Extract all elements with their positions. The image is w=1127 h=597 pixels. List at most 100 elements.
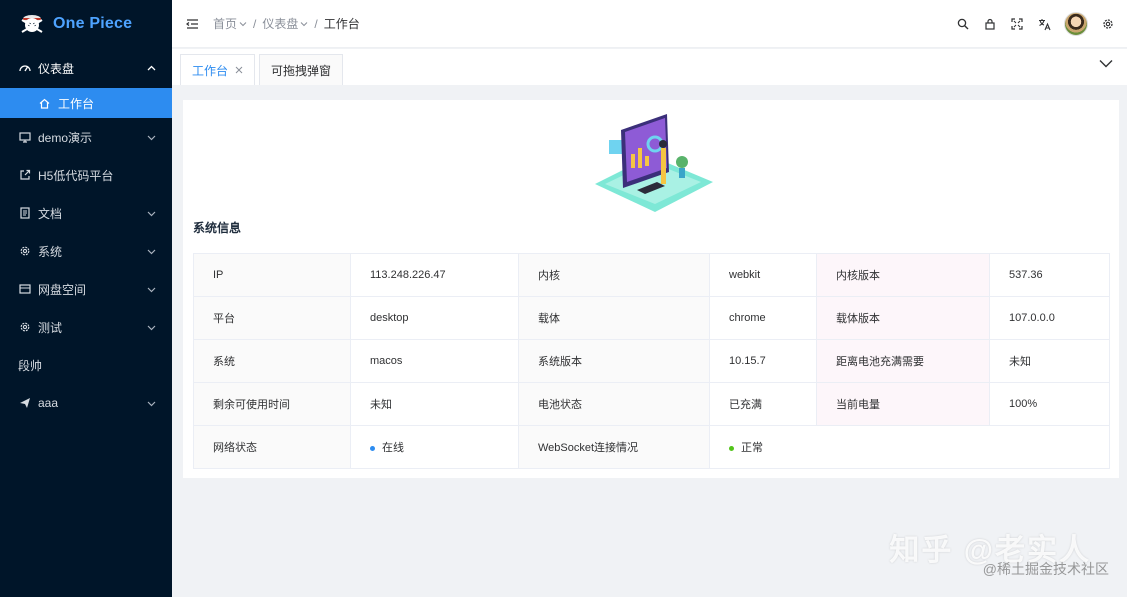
chevron-down-icon [146,322,156,332]
breadcrumb-item-home[interactable]: 首页 [213,15,247,32]
network-status-text: 在线 [382,442,404,454]
table-cell-label: 系统版本 [518,339,710,383]
websocket-status-text: 正常 [741,442,763,454]
chevron-down-icon [300,20,308,28]
sidebar-item-demo[interactable]: demo演示 [0,118,172,156]
table-cell-label: 系统 [193,339,351,383]
table-cell-value: webkit [709,253,817,297]
table-cell-label: 网络状态 [193,425,351,469]
breadcrumb-label: 仪表盘 [262,17,299,31]
sidebar-item-label: demo演示 [38,130,93,145]
sidebar-item-test[interactable]: 测试 [0,308,172,346]
table-cell-value: 107.0.0.0 [989,296,1110,340]
sidebar-item-cloud-disk[interactable]: 网盘空间 [0,270,172,308]
chevron-down-icon [239,20,247,28]
sidebar-item-label: 仪表盘 [38,61,75,76]
sidebar-item-label: 文档 [38,206,63,221]
cloud-disk-icon [18,283,31,296]
translate-icon[interactable] [1037,17,1051,31]
table-cell-label: 载体 [518,296,710,340]
table-cell-value: 未知 [989,339,1110,383]
watermark-sub: @稀土掘金技术社区 [982,561,1109,577]
sidebar: One Piece 仪表盘 工作台 demo演示 H5低代码平台 文档 系统 网… [0,0,172,597]
chevron-down-icon[interactable] [1099,59,1113,69]
table-row: 系统 macos 系统版本 10.15.7 距离电池充满需要 未知 [193,339,1110,383]
section-title: 系统信息 [193,221,242,235]
sidebar-item-label: 工作台 [58,96,95,111]
monitor-icon [18,131,31,144]
sidebar-item-label: 系统 [38,244,63,259]
close-icon[interactable] [235,66,243,74]
table-cell-label: 当前电量 [816,382,990,426]
table-cell-label: 内核版本 [816,253,990,297]
sidebar-item-label: aaa [38,396,59,410]
table-cell-value: 正常 [709,425,1110,469]
breadcrumb-separator: / [253,16,257,31]
status-dot [370,445,375,451]
breadcrumb-item-current: 工作台 [323,17,360,31]
sidebar-item-label: 段帅 [18,358,43,373]
system-info-table: IP 113.248.226.47 内核 webkit 内核版本 537.36 … [193,253,1110,469]
sidebar-item-workbench[interactable]: 工作台 [0,88,172,118]
table-row: 剩余可使用时间 未知 电池状态 已充满 当前电量 100% [193,382,1110,426]
sidebar-menu: 仪表盘 工作台 demo演示 H5低代码平台 文档 系统 网盘空间 测试 段帅 … [0,48,172,422]
sidebar-item-duanshuai[interactable]: 段帅 [0,346,172,384]
logo[interactable]: One Piece [0,0,172,48]
table-row: 网络状态 在线 WebSocket连接情况 正常 [193,425,1110,469]
table-cell-value: 在线 [350,425,519,469]
table-cell-value: 已充满 [709,382,817,426]
top-header: 首页 / 仪表盘 / 工作台 [172,0,1127,48]
breadcrumb-item-dashboard[interactable]: 仪表盘 [262,15,308,32]
table-cell-value: macos [350,339,519,383]
table-cell-value: 10.15.7 [709,339,817,383]
chevron-down-icon [146,208,156,218]
breadcrumb-separator: / [314,16,318,31]
lock-icon[interactable] [983,17,997,31]
table-cell-value: 537.36 [989,253,1110,297]
sidebar-item-aaa[interactable]: aaa [0,384,172,422]
sidebar-item-h5-lowcode[interactable]: H5低代码平台 [0,156,172,194]
sidebar-item-label: H5低代码平台 [38,168,114,183]
fullscreen-icon[interactable] [1010,17,1024,31]
tab-workbench[interactable]: 工作台 [180,54,256,85]
workbench-card: 系统信息 IP 113.248.226.47 内核 webkit 内核版本 53… [183,100,1119,478]
tab-draggable-dialog[interactable]: 可拖拽弹窗 [259,54,344,85]
table-cell-value: desktop [350,296,519,340]
table-cell-label: IP [193,253,351,297]
menu-fold-icon[interactable] [186,17,200,31]
sidebar-item-system[interactable]: 系统 [0,232,172,270]
table-cell-value: 100% [989,382,1110,426]
search-icon[interactable] [956,17,970,31]
tabs-bar: 工作台 可拖拽弹窗 [172,49,1127,85]
user-avatar[interactable] [1064,12,1088,36]
chevron-down-icon [146,284,156,294]
table-cell-label: 内核 [518,253,710,297]
table-cell-label: 距离电池充满需要 [816,339,990,383]
table-cell-label: 剩余可使用时间 [193,382,351,426]
chevron-up-icon [146,63,156,73]
table-row: 平台 desktop 载体 chrome 载体版本 107.0.0.0 [193,296,1110,340]
sidebar-item-label: 测试 [38,320,63,335]
tab-label: 工作台 [192,63,229,78]
table-cell-value: 未知 [350,382,519,426]
breadcrumb: 首页 / 仪表盘 / 工作台 [213,15,360,32]
header-tools [943,0,1115,48]
sidebar-item-dashboard[interactable]: 仪表盘 [0,48,172,88]
dashboard-icon [18,62,31,75]
table-cell-label: 电池状态 [518,382,710,426]
sidebar-item-docs[interactable]: 文档 [0,194,172,232]
table-cell-value: chrome [709,296,817,340]
chevron-down-icon [146,246,156,256]
home-icon [38,97,51,110]
table-cell-label: 平台 [193,296,351,340]
chevron-down-icon [146,398,156,408]
table-row: IP 113.248.226.47 内核 webkit 内核版本 537.36 [193,253,1110,297]
sidebar-item-label: 网盘空间 [38,282,87,297]
table-cell-label: WebSocket连接情况 [518,425,710,469]
app-name: One Piece [53,15,133,32]
tab-label: 可拖拽弹窗 [271,63,332,78]
table-cell-label: 载体版本 [816,296,990,340]
dashboard-illustration [591,110,715,214]
settings-gear-icon[interactable] [1101,17,1115,31]
gear-icon [18,245,31,258]
